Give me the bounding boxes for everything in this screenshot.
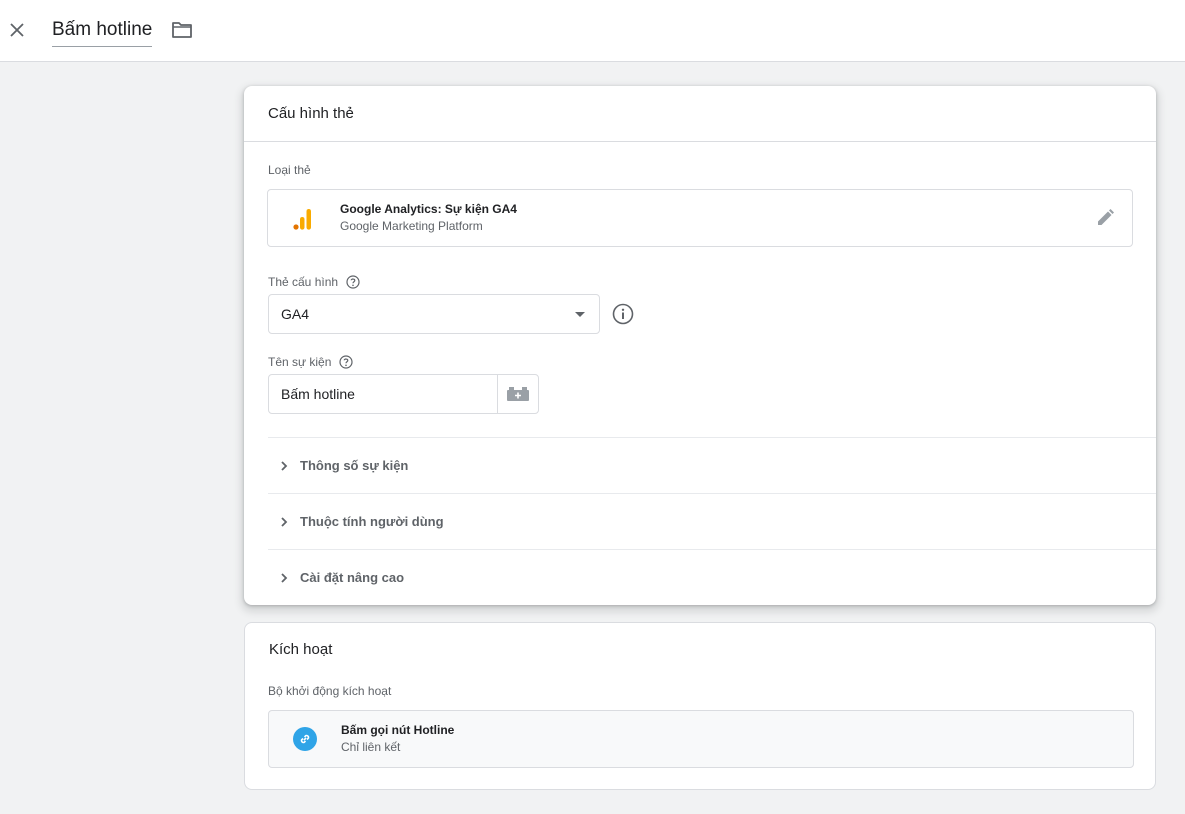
top-bar: Bấm hotline: [0, 0, 1185, 62]
trigger-card-title: Kích hoạt: [269, 641, 333, 658]
tag-type-label: Loại thẻ: [268, 163, 311, 177]
trigger-tile[interactable]: Bấm gọi nút Hotline Chỉ liên kết: [268, 710, 1134, 768]
firing-triggers-label: Bộ khởi động kích hoạt: [268, 684, 391, 698]
chevron-right-icon[interactable]: [276, 570, 292, 586]
info-icon[interactable]: [612, 303, 634, 325]
section-label[interactable]: Thông số sự kiện: [300, 458, 408, 473]
trigger-name: Bấm gọi nút Hotline: [341, 723, 455, 737]
variable-block-icon[interactable]: [506, 386, 530, 402]
event-name-input[interactable]: [269, 375, 498, 413]
tag-type-provider: Google Marketing Platform: [340, 219, 483, 233]
config-tag-select[interactable]: GA4: [268, 294, 600, 334]
close-button[interactable]: [4, 17, 30, 43]
trigger-type: Chỉ liên kết: [341, 740, 401, 754]
card-header: Cấu hình thẻ: [244, 86, 1156, 142]
pencil-icon[interactable]: [1095, 208, 1115, 228]
close-icon[interactable]: [9, 22, 25, 38]
edit-tag-type-button[interactable]: [1094, 207, 1116, 229]
folder-button[interactable]: [170, 18, 194, 42]
section-advanced-settings[interactable]: Cài đặt nâng cao: [268, 549, 1156, 605]
config-tag-value[interactable]: GA4: [281, 306, 309, 322]
tag-type-tile[interactable]: Google Analytics: Sự kiện GA4 Google Mar…: [267, 189, 1133, 247]
tag-type-name: Google Analytics: Sự kiện GA4: [340, 202, 517, 216]
event-name-input-group: [268, 374, 539, 414]
help-icon[interactable]: [346, 275, 360, 289]
config-tag-label: Thẻ cấu hình: [268, 275, 360, 289]
variable-picker-button[interactable]: [497, 375, 538, 413]
event-name-label: Tên sự kiện: [268, 355, 354, 369]
config-tag-label-text: Thẻ cấu hình: [268, 275, 339, 289]
section-user-properties[interactable]: Thuộc tính người dùng: [268, 493, 1156, 549]
chevron-right-icon[interactable]: [276, 514, 292, 530]
section-event-parameters[interactable]: Thông số sự kiện: [268, 437, 1156, 493]
card-title: Cấu hình thẻ: [268, 105, 354, 122]
tag-type-label-text: Loại thẻ: [268, 163, 311, 177]
firing-triggers-label-text: Bộ khởi động kích hoạt: [268, 684, 392, 698]
page-title[interactable]: Bấm hotline: [52, 19, 152, 40]
section-label[interactable]: Cài đặt nâng cao: [300, 570, 404, 585]
triggering-card[interactable]: Kích hoạt Bộ khởi động kích hoạt Bấm gọi…: [244, 622, 1156, 790]
help-icon[interactable]: [339, 355, 354, 369]
tag-configuration-card: Cấu hình thẻ Loại thẻ Google Analytics: …: [244, 86, 1156, 605]
chevron-right-icon[interactable]: [276, 458, 292, 474]
link-icon: [293, 727, 317, 751]
event-name-label-text: Tên sự kiện: [268, 355, 332, 369]
folder-icon[interactable]: [171, 21, 193, 39]
analytics-icon: [293, 209, 311, 230]
section-label[interactable]: Thuộc tính người dùng: [300, 514, 444, 529]
config-tag-info-button[interactable]: [611, 302, 635, 326]
tag-name-field[interactable]: Bấm hotline: [52, 17, 153, 47]
dropdown-arrow-icon[interactable]: [575, 312, 585, 317]
